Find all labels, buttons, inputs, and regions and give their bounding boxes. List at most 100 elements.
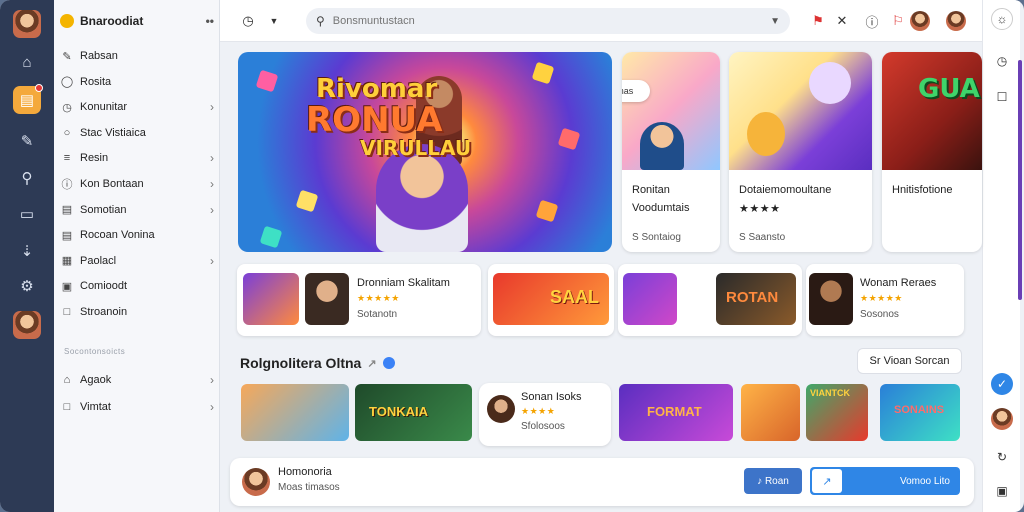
featured-card-image: GUAN PUR	[882, 52, 982, 170]
hero-title-line2: RONUA	[306, 100, 443, 140]
game-card[interactable]: Wonam Reraes ★★★★★ Sosonos	[806, 264, 964, 336]
search-bar[interactable]: ⚲ ▼	[306, 8, 790, 34]
rail-avatar[interactable]	[991, 408, 1013, 430]
sidebar-item[interactable]: ▤ Rocoan Vonina	[60, 225, 214, 245]
rating-stars: ★★★★	[521, 406, 556, 416]
scrollbar-thumb[interactable]	[1018, 60, 1022, 300]
clock-icon: ◷	[62, 101, 72, 114]
game-tile[interactable]	[241, 384, 349, 441]
player-photo	[809, 273, 853, 325]
secondary-action-label: Roan	[764, 475, 789, 487]
decor-cube	[535, 199, 559, 223]
folder-icon[interactable]: ▤	[13, 84, 43, 114]
featured-card-title: Hnitisfotione	[892, 184, 953, 196]
game-tile[interactable]: SONAINS	[880, 384, 960, 441]
refresh-icon[interactable]: ↻	[991, 446, 1013, 468]
list-icon: ≡	[63, 152, 71, 165]
game-card[interactable]: SAAL	[488, 264, 614, 336]
bottom-name: Homonoria	[278, 466, 332, 478]
info-icon[interactable]: ⓘ	[862, 11, 882, 31]
download-icon[interactable]: ⇣	[13, 237, 41, 265]
bottom-avatar[interactable]	[242, 468, 270, 496]
sidebar-item[interactable]: ◷ Konunitar ›	[60, 97, 214, 117]
profile-avatar[interactable]	[13, 311, 41, 339]
account-avatar[interactable]	[910, 11, 930, 31]
home-icon[interactable]: ⌂	[13, 48, 41, 76]
alert-icon[interactable]: ⚑	[808, 11, 828, 31]
hero-banner[interactable]: Rivomar RONUA VIRULLAU	[238, 52, 612, 252]
see-all-button[interactable]: Sr Vioan Sorcan	[857, 348, 962, 374]
rating-stars: ★★★★	[739, 203, 781, 215]
search-rail-icon[interactable]: ⚲	[13, 164, 41, 192]
sidebar-item[interactable]: ○ Stac Vistiaica	[60, 123, 214, 143]
bottom-player-bar: Homonoria Moas timasos ♪ Roan ↗ Vomoo Li…	[230, 458, 974, 506]
sidebar-item[interactable]: □ Vimtat ›	[60, 397, 214, 417]
sidebar-item[interactable]: ⓘ Kon Bontaan ›	[60, 174, 215, 194]
search-input[interactable]	[332, 15, 771, 27]
decor-cube	[531, 61, 555, 85]
player-character	[640, 122, 684, 170]
edit-icon[interactable]: ✎	[13, 127, 41, 155]
more-icon[interactable]: ••	[206, 14, 214, 28]
game-card[interactable]: Dronniam Skalitam ★★★★★ Sotanotn	[237, 264, 481, 336]
close-icon[interactable]: ✕	[832, 11, 852, 31]
rating-stars: ★★★★★	[860, 293, 903, 303]
sidebar-item[interactable]: □ Stroanoin	[60, 302, 214, 322]
player-photo	[305, 273, 349, 325]
check-icon[interactable]: ✓	[991, 373, 1013, 395]
sidebar-item[interactable]: ▦ Paolacl ›	[60, 251, 214, 271]
game-tile[interactable]: TONKAIA	[355, 384, 472, 441]
user-avatar[interactable]	[13, 10, 41, 38]
sidebar-item-label: Stac Vistiaica	[80, 126, 146, 139]
game-tile[interactable]: FORMAT	[619, 384, 733, 441]
section-title-text: Rolgnolitera Oltna	[240, 355, 362, 371]
featured-card[interactable]: Dotaiemomoultane ★★★★ S Saansto	[729, 52, 872, 252]
bag-icon[interactable]: ☐	[991, 86, 1013, 108]
globe-icon[interactable]: ☼	[991, 8, 1013, 30]
app-logo-icon	[60, 14, 74, 28]
chevron-right-icon: ›	[210, 177, 214, 191]
game-tile[interactable]: VIANTCK	[806, 384, 868, 441]
sidebar-item[interactable]: ▣ Comioodt	[60, 276, 214, 296]
search-dropdown-icon[interactable]: ▼	[770, 16, 780, 27]
friend-avatar[interactable]	[946, 11, 966, 31]
bell-icon[interactable]: ⚐	[888, 11, 908, 31]
featured-card-banner: GUAN PUR	[918, 74, 982, 104]
sidebar-item-label: Agaok	[80, 374, 112, 386]
game-tile[interactable]	[741, 384, 800, 441]
left-rail: ⌂ ▤ ✎ ⚲ ▭ ⇣ ⚙	[0, 0, 54, 512]
decor-cube	[557, 127, 581, 151]
expand-icon[interactable]: ▣	[991, 480, 1013, 502]
sidebar-item-label: Vimtat	[80, 401, 111, 413]
sidebar-item[interactable]: ✎ Rabsan	[60, 46, 214, 66]
sidebar-item-label: Rabsan	[80, 50, 118, 62]
game-card[interactable]: ROTAN	[618, 264, 802, 336]
settings-icon[interactable]: ⚙	[13, 272, 41, 300]
clock-icon[interactable]: ◷	[991, 50, 1013, 72]
history-icon[interactable]: ◷	[238, 11, 258, 31]
game-meta: Sotanotn	[357, 309, 398, 320]
game-card[interactable]: Sonan Isoks ★★★★ Sfolosoos	[479, 383, 611, 446]
primary-action-label: Vomoo Lito	[899, 475, 950, 487]
sidebar-item[interactable]: ≡ Resin ›	[60, 148, 214, 168]
trend-icon: ↗	[367, 357, 377, 370]
window-icon[interactable]: ▭	[13, 200, 41, 228]
sidebar-item[interactable]: ◯ Rosita	[60, 72, 214, 92]
featured-card[interactable]: GUAN PUR Hnitisfotione	[882, 52, 982, 252]
sidebar-item[interactable]: ⌂ Agaok ›	[60, 370, 214, 390]
game-banner: FORMAT	[647, 404, 702, 419]
game-title: Dronniam Skalitam	[357, 277, 450, 289]
rating-stars: ★★★★★	[357, 293, 400, 303]
game-title: Sonan Isoks	[521, 391, 582, 403]
featured-card[interactable]: Suunas Ronitan Voodumtais S Sontaiog	[622, 52, 720, 252]
sidebar-item-label: Paolacl	[80, 254, 117, 267]
secondary-action-button[interactable]: ♪ Roan	[744, 468, 802, 494]
info-icon: ⓘ	[61, 179, 73, 191]
sidebar-item[interactable]: ▤ Somotian ›	[60, 200, 214, 220]
primary-action-button[interactable]: ↗ Vomoo Lito	[810, 467, 960, 495]
sidebar-item-label: Stroanoin	[80, 306, 128, 318]
document-icon: ▤	[61, 229, 73, 242]
app-window: ⌂ ▤ ✎ ⚲ ▭ ⇣ ⚙ Bnaroodiat •• ✎ Rabsan ◯ Rosi…	[0, 0, 1024, 512]
chevron-down-icon[interactable]: ▼	[264, 11, 284, 31]
chevron-right-icon: ›	[210, 151, 214, 166]
